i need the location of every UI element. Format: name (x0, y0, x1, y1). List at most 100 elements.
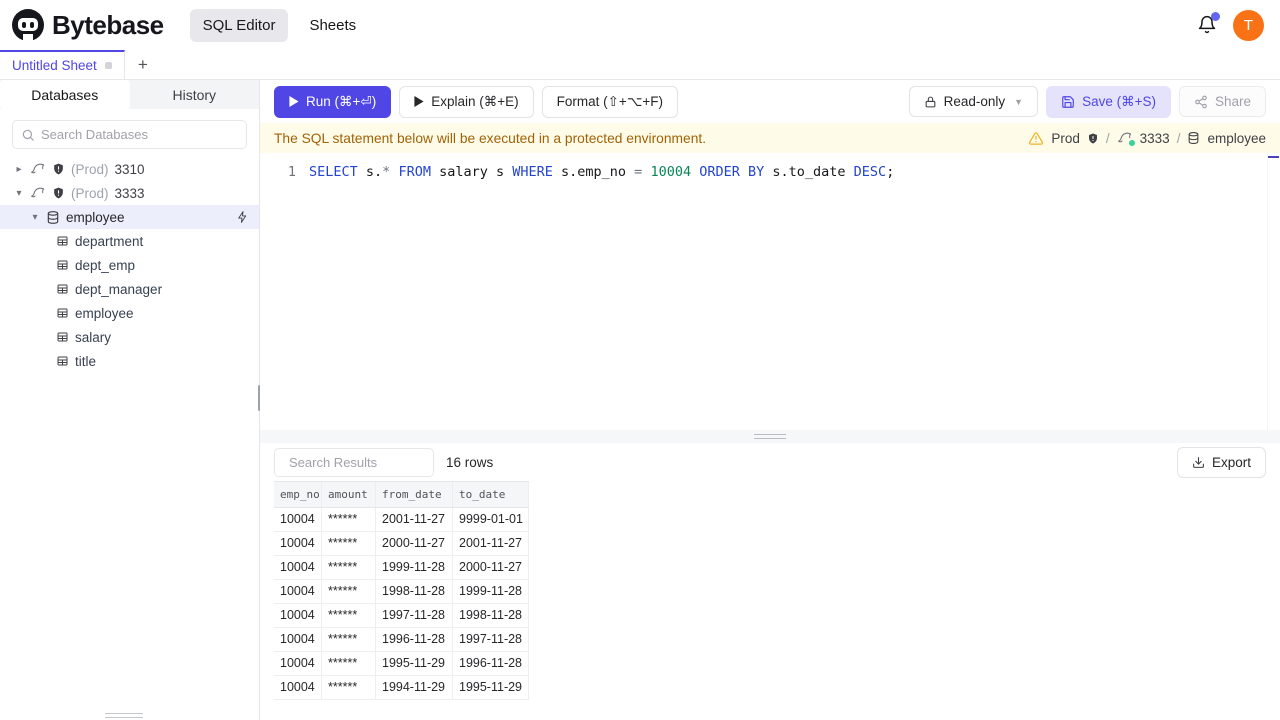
column-header-amount[interactable]: amount (322, 482, 376, 507)
table-row[interactable]: 10004 ****** 1999-11-28 2000-11-27 (274, 556, 529, 580)
table-list: department dept_emp dept_manager employee sa… (0, 229, 259, 373)
database-tree: ▸ (Prod) 3310 ▾ (Prod) 3333 ▾ employee d… (0, 157, 259, 373)
column-header-emp_no[interactable]: emp_no (274, 482, 322, 507)
instance-name: 3333 (114, 185, 145, 201)
sidebar: Databases History ▸ (Prod) 3310 (0, 80, 261, 720)
workspace: Run (⌘+⏎) Explain (⌘+E) Format (⇧+⌥+F) R… (260, 80, 1280, 720)
database-icon (46, 210, 60, 225)
shield-icon (1088, 133, 1097, 143)
table-cell: 1996-11-28 (453, 652, 529, 675)
add-sheet-button[interactable]: + (125, 50, 161, 79)
tree-table-dept_emp[interactable]: dept_emp (0, 253, 259, 277)
table-icon (56, 283, 69, 295)
table-name: title (75, 353, 97, 369)
table-cell: 10004 (274, 628, 322, 651)
table-cell: 1999-11-28 (453, 580, 529, 603)
search-results-input[interactable] (289, 454, 465, 470)
search-databases-input[interactable] (41, 127, 238, 142)
table-cell: ****** (322, 532, 376, 555)
table-cell: 10004 (274, 580, 322, 603)
banner-message: The SQL statement below will be executed… (274, 130, 707, 146)
sheet-tab-label: Untitled Sheet (12, 58, 97, 73)
table-row[interactable]: 10004 ****** 2000-11-27 2001-11-27 (274, 532, 529, 556)
table-row[interactable]: 10004 ****** 1998-11-28 1999-11-28 (274, 580, 529, 604)
notification-bell-icon[interactable] (1197, 12, 1220, 35)
table-name: salary (75, 329, 112, 345)
table-cell: 2000-11-27 (376, 532, 453, 555)
table-cell: 2000-11-27 (453, 556, 529, 579)
table-cell: 1995-11-29 (453, 676, 529, 699)
line-number: 1 (287, 164, 296, 180)
table-cell: 10004 (274, 652, 322, 675)
table-cell: ****** (322, 676, 376, 699)
table-row[interactable]: 10004 ****** 1997-11-28 1998-11-28 (274, 604, 529, 628)
play-icon (289, 96, 299, 107)
env-badge: (Prod) (71, 161, 109, 177)
connection-breadcrumb: Prod / 3333 / employee (1028, 131, 1266, 146)
table-row[interactable]: 10004 ****** 1995-11-29 1996-11-28 (274, 652, 529, 676)
tree-database-employee[interactable]: ▾ employee (0, 205, 259, 229)
shield-icon (52, 186, 65, 200)
table-row[interactable]: 10004 ****** 1996-11-28 1997-11-28 (274, 628, 529, 652)
table-cell: 10004 (274, 508, 322, 531)
explain-button[interactable]: Explain (⌘+E) (399, 85, 534, 118)
tab-history[interactable]: History (130, 80, 260, 109)
table-cell: 2001-11-27 (453, 532, 529, 555)
readonly-mode-button[interactable]: Read-only ▼ (908, 86, 1039, 117)
tree-table-dept_manager[interactable]: dept_manager (0, 277, 259, 301)
tab-databases[interactable]: Databases (0, 80, 130, 109)
search-icon (22, 129, 34, 141)
column-header-from_date[interactable]: from_date (376, 482, 453, 507)
bytebase-logo-icon[interactable] (10, 7, 46, 43)
export-button[interactable]: Export (1176, 446, 1266, 478)
lock-icon (925, 96, 935, 107)
unsaved-indicator-dot (104, 62, 112, 69)
tree-instance-3310[interactable]: ▸ (Prod) 3310 (0, 157, 259, 181)
table-cell: 1997-11-28 (453, 628, 529, 651)
tree-table-department[interactable]: department (0, 229, 259, 253)
chevron-down-icon[interactable]: ▾ (30, 212, 40, 223)
editor-scrollbar[interactable] (1267, 153, 1280, 430)
table-cell: 1997-11-28 (376, 604, 453, 627)
tab-untitled-sheet[interactable]: Untitled Sheet (0, 50, 125, 79)
instance-label[interactable]: 3333 (1140, 131, 1170, 146)
nav-sheets[interactable]: Sheets (296, 9, 369, 42)
share-button[interactable]: Share (1178, 86, 1266, 117)
chevron-down-icon[interactable]: ▾ (14, 188, 24, 199)
table-row[interactable]: 10004 ****** 1994-11-29 1995-11-29 (274, 676, 529, 700)
nav-sql-editor[interactable]: SQL Editor (189, 8, 289, 42)
user-avatar[interactable]: T (1233, 9, 1264, 41)
database-search[interactable] (12, 120, 247, 149)
tree-table-employee[interactable]: employee (0, 301, 259, 325)
chevron-right-icon[interactable]: ▸ (14, 164, 24, 175)
save-button[interactable]: Save (⌘+S) (1046, 85, 1171, 118)
panel-resize-grip[interactable] (754, 434, 786, 439)
sidebar-scroll-grip[interactable] (105, 713, 143, 718)
environment-label: Prod (1051, 130, 1080, 146)
format-button[interactable]: Format (⇧+⌥+F) (541, 85, 679, 118)
result-table: emp_no amount from_date to_date 10004 ******… (274, 481, 529, 700)
results-search[interactable] (274, 447, 465, 477)
table-row[interactable]: 10004 ****** 2001-11-27 9999-01-01 (274, 508, 529, 532)
table-icon (56, 235, 69, 247)
mysql-dolphin-icon (1117, 131, 1135, 146)
top-nav: SQL Editor Sheets (189, 8, 370, 42)
run-button[interactable]: Run (⌘+⏎) (274, 85, 392, 118)
share-icon (1195, 95, 1207, 108)
table-icon (56, 259, 69, 271)
instance-name: 3310 (114, 161, 145, 177)
column-header-to_date[interactable]: to_date (453, 482, 529, 507)
connect-bolt-icon[interactable] (236, 210, 249, 224)
tree-table-salary[interactable]: salary (0, 325, 259, 349)
table-cell: ****** (322, 652, 376, 675)
editor-toolbar: Run (⌘+⏎) Explain (⌘+E) Format (⇧+⌥+F) R… (260, 80, 1280, 123)
chevron-down-icon: ▼ (1014, 96, 1024, 107)
table-name: employee (75, 305, 134, 321)
sql-editor[interactable]: 1 SELECT s.* FROM salary s WHERE s.emp_n… (260, 153, 1280, 430)
table-cell: 10004 (274, 532, 322, 555)
database-label[interactable]: employee (1207, 131, 1266, 146)
table-cell: 9999-01-01 (453, 508, 529, 531)
tree-table-title[interactable]: title (0, 349, 259, 373)
table-cell: ****** (322, 508, 376, 531)
tree-instance-3333[interactable]: ▾ (Prod) 3333 (0, 181, 259, 205)
